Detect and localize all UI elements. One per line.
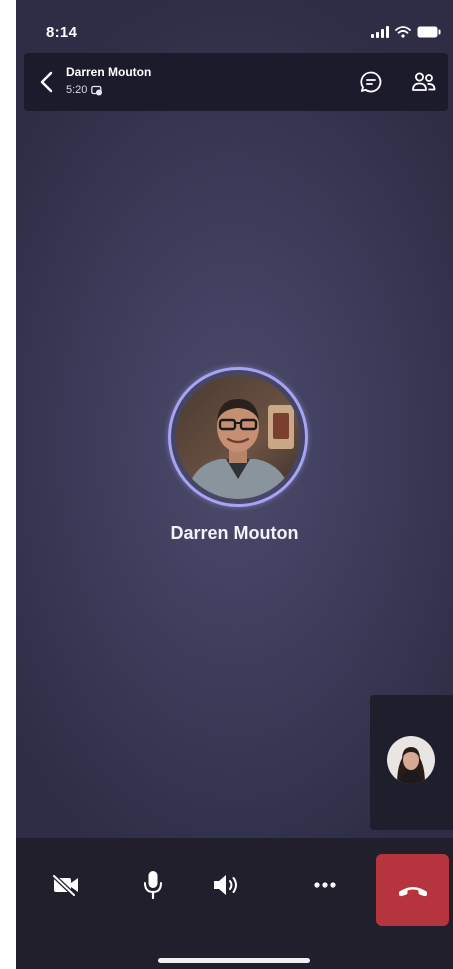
battery-icon	[417, 26, 441, 38]
home-indicator[interactable]	[158, 958, 310, 963]
call-status-icon	[91, 85, 103, 95]
participant-avatar	[168, 367, 308, 507]
participant-name: Darren Mouton	[170, 523, 299, 543]
more-options-button[interactable]	[300, 856, 350, 914]
microphone-icon	[144, 871, 162, 900]
call-duration-row: 5:20	[66, 84, 103, 96]
signal-icon	[371, 26, 389, 38]
people-icon	[412, 72, 436, 91]
chat-button[interactable]	[356, 67, 386, 97]
end-call-button[interactable]	[376, 854, 449, 926]
back-button[interactable]	[34, 66, 58, 98]
wifi-icon	[395, 26, 411, 38]
status-time: 8:14	[46, 24, 78, 41]
call-duration: 5:20	[66, 84, 88, 96]
status-bar: 8:14	[16, 0, 453, 50]
call-controls	[16, 838, 453, 969]
hang-up-icon	[398, 887, 427, 897]
microphone-button[interactable]	[128, 856, 178, 914]
call-screen: 8:14 Darren Mouton 5:20 Darren Mouton	[16, 0, 453, 969]
more-icon	[314, 882, 336, 888]
participant-photo	[176, 375, 300, 499]
self-video-preview[interactable]	[370, 695, 453, 830]
camera-off-icon	[51, 873, 78, 897]
status-icons	[371, 24, 441, 40]
participants-button[interactable]	[409, 67, 439, 97]
chat-icon	[360, 71, 382, 93]
speaker-icon	[214, 875, 237, 895]
camera-toggle-button[interactable]	[41, 856, 91, 914]
self-avatar	[387, 736, 435, 784]
back-chevron-icon	[40, 71, 53, 93]
header-caller-name: Darren Mouton	[66, 65, 152, 79]
speaker-button[interactable]	[202, 856, 252, 914]
call-header: Darren Mouton 5:20	[24, 53, 448, 111]
